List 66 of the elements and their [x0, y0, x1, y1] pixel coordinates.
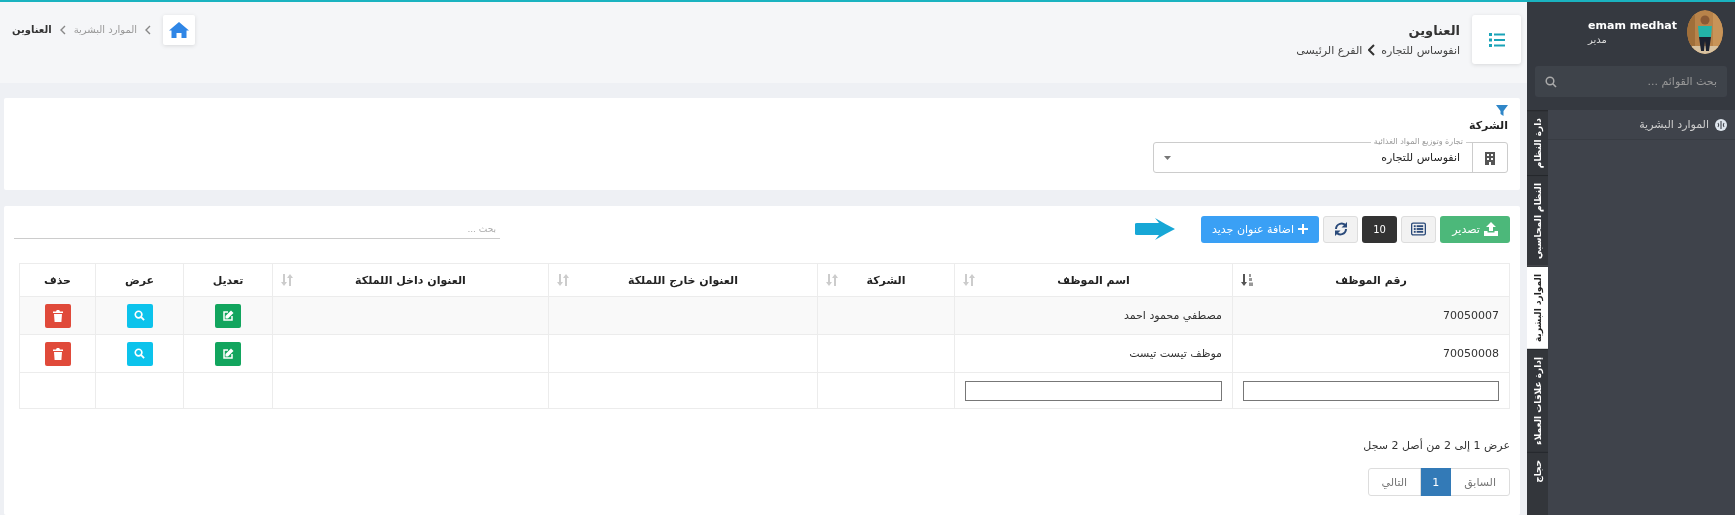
table-cell: 70050008 [1443, 347, 1499, 360]
column-header: العنوان داخل اللملكة [355, 273, 466, 287]
records-info: عرض 1 إلى 2 من أصل 2 سجل [1362, 439, 1510, 452]
trash-icon [52, 309, 63, 322]
sort-ascending-icon[interactable] [1241, 274, 1253, 286]
table-cell: 70050007 [1443, 309, 1499, 322]
list-icon [1411, 222, 1426, 236]
menu-icon [1488, 31, 1505, 48]
sort-icon[interactable] [826, 274, 838, 286]
user-name: emam medhat [1588, 19, 1677, 32]
chevron-icon [59, 24, 66, 35]
column-header: تعديل [212, 273, 244, 287]
page-title: العناوين [1407, 22, 1460, 38]
delete-button[interactable] [44, 341, 71, 366]
field-label: تجارة وتوزيع المواد الغذائية [1370, 136, 1466, 147]
building-icon [1484, 150, 1496, 165]
filter-icon [1496, 105, 1508, 116]
sort-icon[interactable] [281, 274, 293, 286]
delete-button[interactable] [44, 303, 71, 328]
edit-button[interactable] [215, 303, 241, 328]
previous-button[interactable]: السابق [1450, 468, 1510, 496]
trash-icon [52, 347, 63, 360]
column-filter-field[interactable] [965, 380, 1222, 401]
column-header: اسم الموظف [1057, 273, 1130, 287]
table-cell: مصطفي محمود احمد [1123, 309, 1222, 322]
chevron-icon [145, 24, 152, 35]
column-filter-field[interactable] [1243, 380, 1499, 401]
refresh-icon [1333, 222, 1348, 236]
home-button[interactable] [163, 14, 196, 45]
view-button[interactable] [126, 341, 153, 366]
sidebar-tab[interactable]: الموارد البشرية [1527, 266, 1548, 350]
view-button[interactable] [126, 303, 153, 328]
column-header: العنوان خارج اللملكة [628, 273, 738, 287]
page-size-button[interactable]: 10 [1362, 215, 1397, 243]
menu-search-field[interactable]: بحث القوائم ... [1535, 66, 1727, 97]
menu-button[interactable] [1472, 15, 1521, 64]
edit-button[interactable] [215, 341, 241, 366]
column-header: عرض [124, 273, 155, 287]
search-icon [134, 310, 145, 321]
columns-button[interactable] [1401, 215, 1436, 243]
column-header: رقم الموظف [1335, 273, 1407, 287]
filter-label: الشركة [1469, 119, 1508, 132]
next-button[interactable]: التالي [1367, 468, 1422, 496]
user-role: مدير [1588, 34, 1607, 45]
search-icon [134, 348, 145, 359]
chevron-icon [1368, 44, 1376, 56]
menu-item[interactable]: الموارد البشرية [1548, 110, 1735, 140]
sort-icon[interactable] [557, 274, 569, 286]
upload-icon [1483, 222, 1498, 236]
refresh-button[interactable] [1323, 215, 1358, 243]
arrow-icon [1135, 218, 1175, 240]
edit-icon [222, 310, 234, 321]
column-header: الشركة [866, 273, 906, 287]
caret-icon [1164, 155, 1171, 160]
brain-icon [1715, 118, 1727, 131]
page-button[interactable]: 1 [1420, 468, 1452, 496]
edit-icon [222, 348, 234, 359]
path-text: الفرع الرئيسى [1296, 43, 1363, 57]
breadcrumb-current: العناوين [12, 24, 52, 35]
table-cell: موظف تيست تيست [1129, 347, 1222, 360]
column-header: حذف [43, 273, 72, 287]
path-text: انفوساس للتجاره [1381, 43, 1460, 57]
plus-icon [1298, 224, 1308, 234]
home-icon [169, 20, 190, 39]
search-icon [1545, 76, 1557, 88]
sort-icon[interactable] [963, 274, 975, 286]
